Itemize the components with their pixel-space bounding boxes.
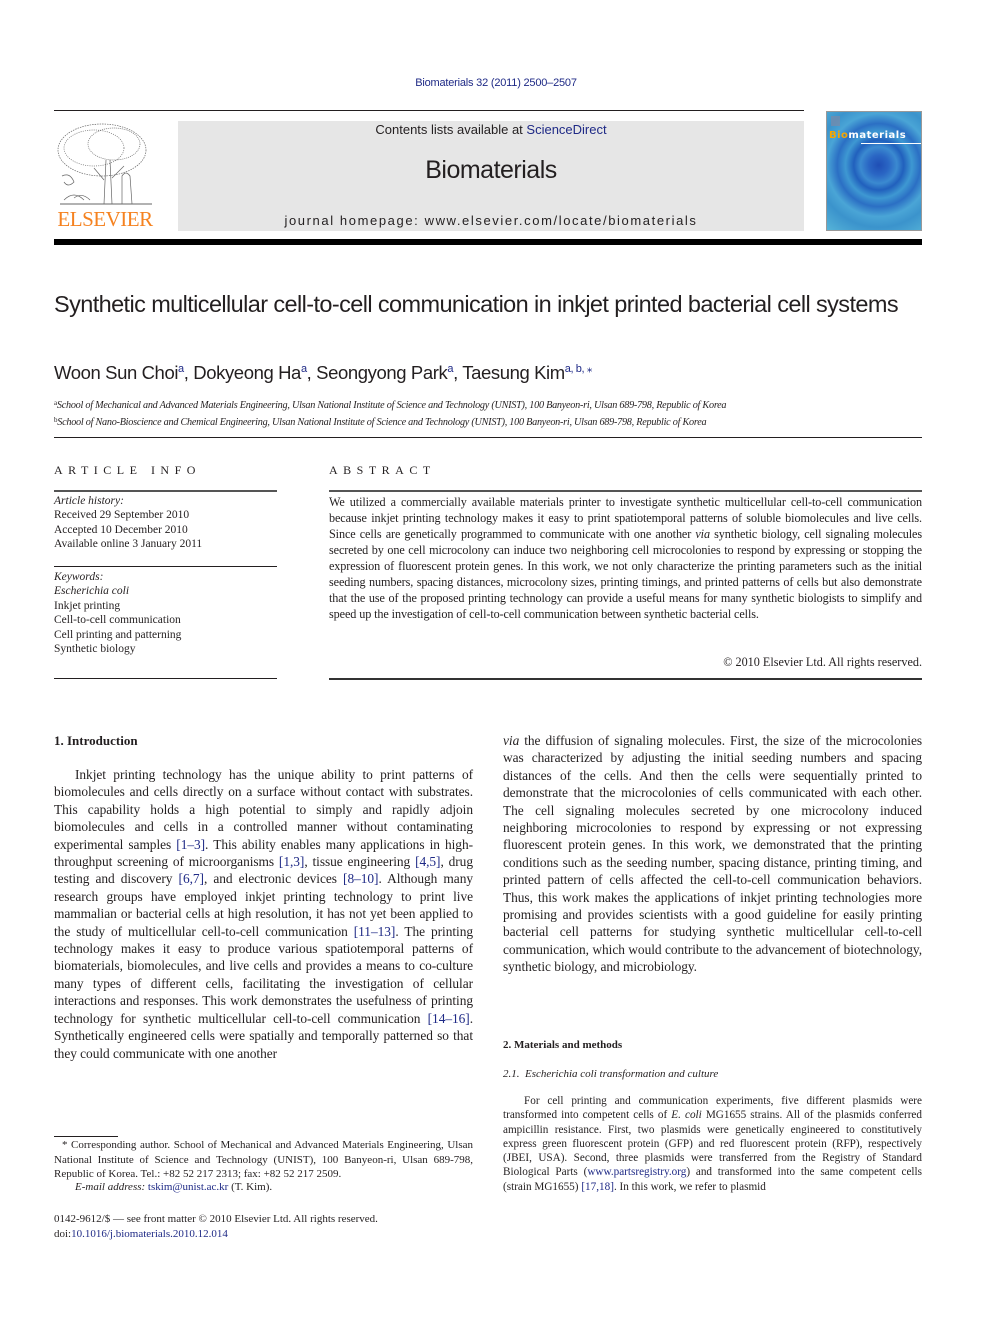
keyword-item: Synthetic biology	[54, 643, 136, 656]
cover-title-rest: materials	[848, 130, 907, 141]
doi-line: doi:10.1016/j.biomaterials.2010.12.014	[54, 1227, 378, 1242]
author-name[interactable]: Woon Sun Choi	[54, 362, 178, 383]
partsregistry-link[interactable]: www.partsregistry.org	[587, 1166, 686, 1178]
corresponding-author-footnote: * Corresponding author. School of Mechan…	[54, 1138, 473, 1182]
intro-italic: via	[503, 733, 520, 748]
elsevier-wordmark: ELSEVIER	[57, 207, 153, 231]
email-label: E-mail address:	[75, 1181, 146, 1193]
article-info-rule	[54, 678, 277, 679]
article-info-heading: ARTICLE INFO	[54, 463, 201, 477]
issn-line: 0142-9612/$ — see front matter © 2010 El…	[54, 1213, 378, 1225]
journal-citation-link[interactable]: Biomaterials 32 (2011) 2500–2507	[0, 77, 992, 89]
methods-paragraph: For cell printing and communication expe…	[503, 1094, 922, 1194]
history-received: Received 29 September 2010	[54, 509, 190, 522]
contents-prefix: Contents lists available at	[375, 122, 527, 137]
author-name[interactable]: Taesung Kim	[462, 362, 565, 383]
history-accepted: Accepted 10 December 2010	[54, 523, 188, 536]
author-affiliation-mark[interactable]: a	[301, 363, 307, 375]
article-history: Article history: Received 29 September 2…	[54, 494, 277, 552]
email-link[interactable]: tskim@unist.ac.kr	[148, 1181, 228, 1193]
reference-link[interactable]: [6,7]	[179, 871, 204, 886]
cover-title-highlight: Bio	[829, 130, 849, 141]
footnote-star: *	[62, 1139, 72, 1151]
keyword-item: Cell printing and patterning	[54, 628, 182, 641]
doi-link[interactable]: 10.1016/j.biomaterials.2010.12.014	[71, 1228, 228, 1240]
author-affiliation-mark[interactable]: a	[447, 363, 453, 375]
author-affiliation-mark[interactable]: a	[178, 363, 184, 375]
doi-prefix: doi:	[54, 1227, 72, 1240]
reference-link[interactable]: [11–13]	[354, 924, 396, 939]
header-rule	[54, 110, 804, 111]
front-matter: 0142-9612/$ — see front matter © 2010 El…	[54, 1212, 378, 1241]
history-online: Available online 3 January 2011	[54, 538, 203, 551]
abstract-text: We utilized a commercially available mat…	[329, 494, 922, 622]
email-suffix: (T. Kim).	[228, 1181, 273, 1193]
section-rule	[54, 437, 922, 438]
reference-link[interactable]: [1,3]	[279, 854, 304, 869]
author-name[interactable]: Seongyong Park	[316, 362, 448, 383]
affiliation-item: bSchool of Nano-Bioscience and Chemical …	[54, 413, 924, 430]
abstract-rule	[329, 678, 922, 680]
author-name[interactable]: Dokyeong Ha	[193, 362, 301, 383]
author-list: Woon Sun Choia, Dokyeong Haa, Seongyong …	[54, 362, 593, 383]
abstract-copyright: © 2010 Elsevier Ltd. All rights reserved…	[723, 655, 922, 669]
affiliation-text: School of Nano-Bioscience and Chemical E…	[57, 417, 707, 428]
cover-rule	[861, 143, 921, 144]
methods-subheading: 2.1. Escherichia coli transformation and…	[503, 1068, 718, 1080]
methods-italic: E. coli	[671, 1109, 702, 1122]
subheading-text: Escherichia coli transformation and cult…	[525, 1068, 719, 1080]
affiliation-text: School of Mechanical and Advanced Materi…	[56, 400, 727, 411]
introduction-heading: 1. Introduction	[54, 733, 138, 748]
keywords: Keywords: Escherichia coli Inkjet printi…	[54, 570, 277, 656]
reference-link[interactable]: [4,5]	[415, 854, 440, 869]
methods-heading: 2. Materials and methods	[503, 1039, 623, 1051]
article-title: Synthetic multicellular cell-to-cell com…	[54, 291, 899, 317]
author-affiliation-mark[interactable]: a, b, ⁎	[565, 363, 593, 375]
abstract-text-part: synthetic biology, cell signaling molecu…	[329, 527, 922, 621]
keyword-item: Escherichia coli	[54, 585, 130, 598]
reference-link[interactable]: [17,18]	[581, 1181, 614, 1193]
footnote-text: Corresponding author. School of Mechanic…	[54, 1139, 473, 1180]
journal-masthead: Contents lists available at ScienceDirec…	[178, 121, 804, 231]
journal-name: Biomaterials	[425, 156, 557, 184]
methods-text: . In this work, we refer to plasmid	[613, 1180, 766, 1193]
elsevier-logo[interactable]: ELSEVIER	[54, 120, 156, 232]
contents-line: Contents lists available at ScienceDirec…	[178, 122, 804, 137]
introduction-continued-paragraph: via the diffusion of signaling molecules…	[503, 732, 922, 976]
keywords-label: Keywords:	[54, 571, 104, 583]
reference-link[interactable]: [14–16]	[428, 1011, 470, 1026]
journal-homepage-link[interactable]: journal homepage: www.elsevier.com/locat…	[178, 213, 804, 228]
introduction-paragraph: Inkjet printing technology has the uniqu…	[54, 766, 473, 1062]
cover-title: Biomaterials	[829, 130, 906, 141]
cover-emblem-icon	[831, 116, 840, 126]
reference-link[interactable]: [1–3]	[176, 837, 205, 852]
elsevier-tree-icon	[57, 123, 152, 205]
intro-continued-text: the diffusion of signaling molecules. Fi…	[503, 733, 922, 975]
article-info-rule	[54, 566, 277, 567]
subheading-number: 2.1.	[503, 1068, 520, 1080]
abstract-rule	[329, 490, 922, 492]
keyword-item: Inkjet printing	[54, 599, 121, 612]
affiliations: aSchool of Mechanical and Advanced Mater…	[54, 396, 924, 430]
affiliation-item: aSchool of Mechanical and Advanced Mater…	[54, 396, 924, 413]
abstract-text-italic: via	[695, 527, 710, 541]
article-info-rule	[54, 490, 277, 492]
reference-link[interactable]: [8–10]	[343, 871, 378, 886]
footnote-rule	[54, 1136, 118, 1137]
journal-cover-thumbnail[interactable]: Biomaterials	[826, 111, 922, 231]
email-line: E-mail address: tskim@unist.ac.kr (T. Ki…	[75, 1181, 272, 1193]
history-label: Article history:	[54, 495, 124, 507]
sciencedirect-link[interactable]: ScienceDirect	[526, 122, 606, 137]
masthead-thick-rule	[54, 239, 922, 245]
keyword-item: Cell-to-cell communication	[54, 614, 181, 627]
intro-text: , and electronic devices	[203, 871, 344, 887]
intro-text: , tissue engineering	[304, 854, 416, 870]
abstract-heading: ABSTRACT	[329, 463, 436, 477]
